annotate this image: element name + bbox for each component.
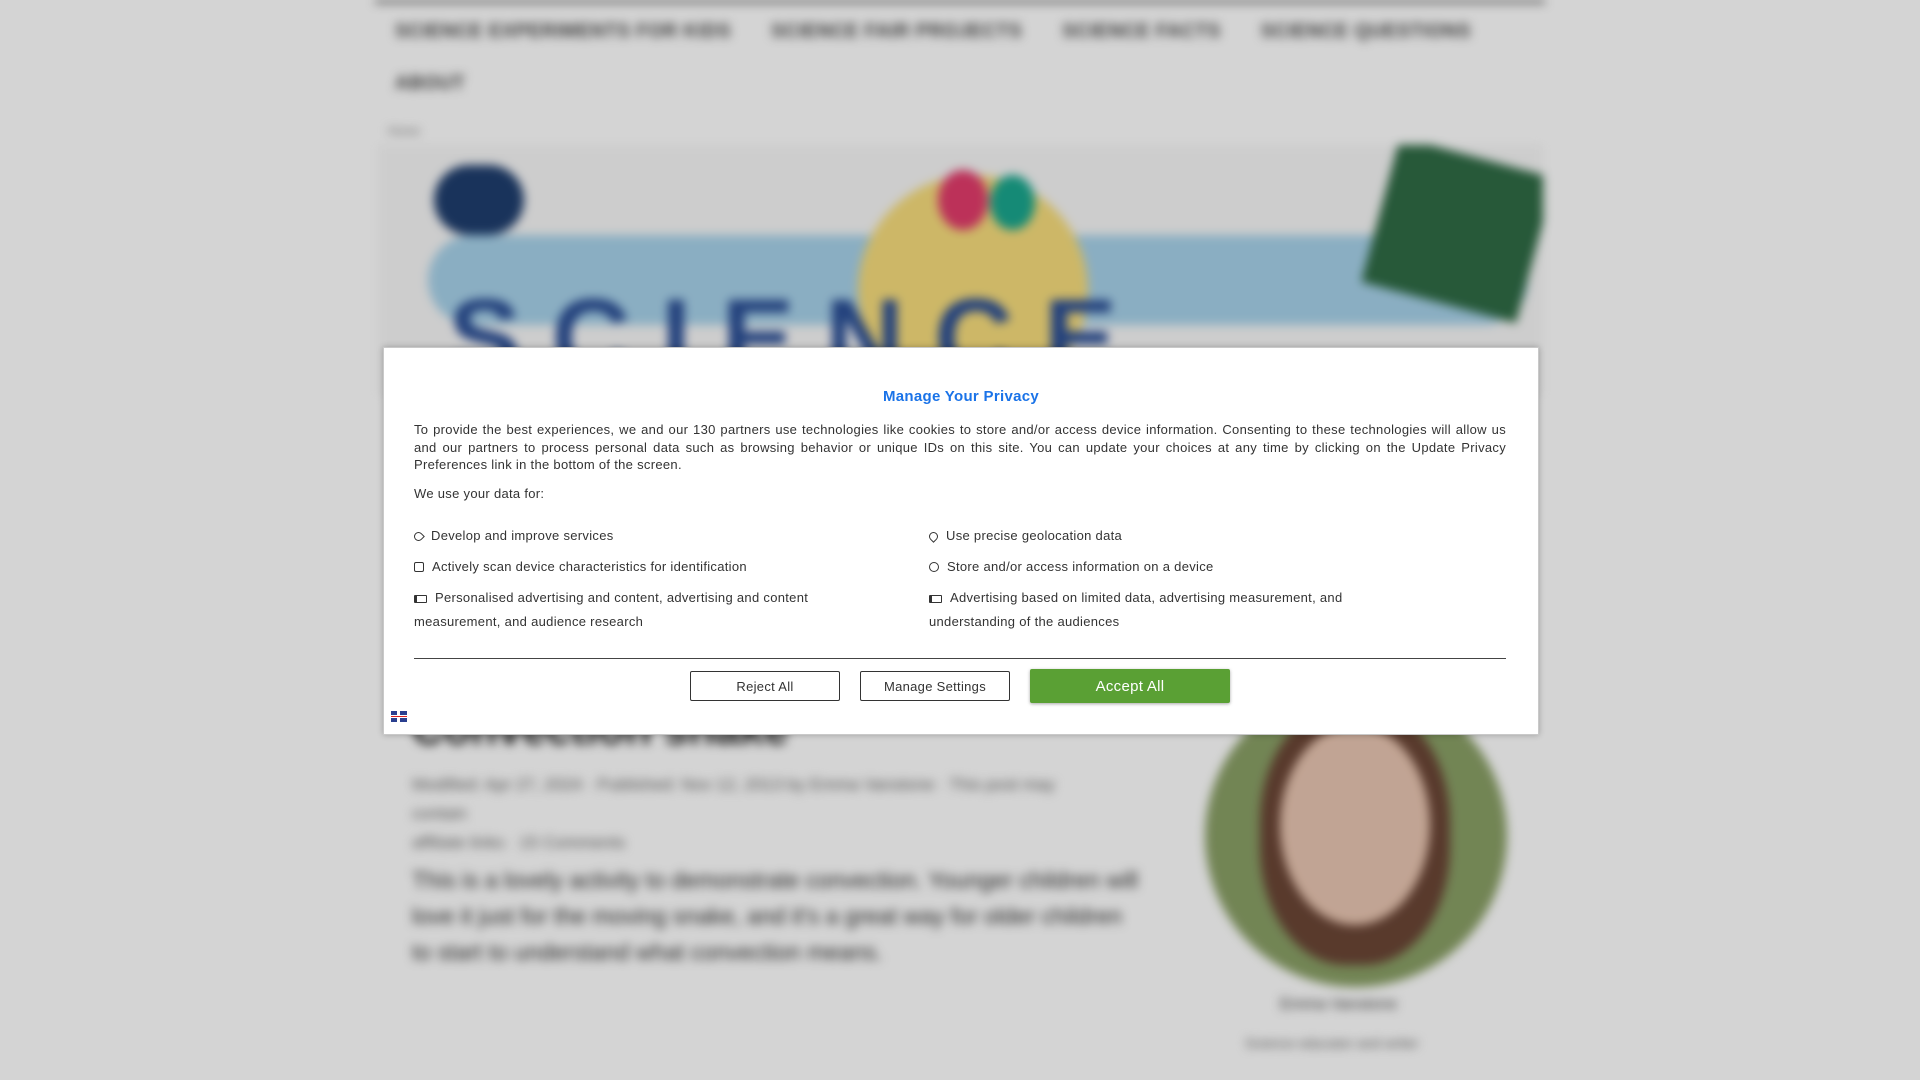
consent-dialog: Manage Your Privacy To provide the best … xyxy=(383,347,1539,735)
purpose-item: Advertising based on limited data, adver… xyxy=(929,586,1389,634)
consent-divider xyxy=(414,658,1506,659)
manage-settings-button[interactable]: Manage Settings xyxy=(860,671,1010,701)
consent-use-intro: We use your data for: xyxy=(414,486,545,501)
purpose-item: Actively scan device characteristics for… xyxy=(414,555,874,579)
megaphone-icon xyxy=(929,595,942,603)
consent-description: To provide the best experiences, we and … xyxy=(414,422,1506,472)
language-flag-icon[interactable] xyxy=(391,711,407,722)
purpose-item: Develop and improve services xyxy=(412,524,874,548)
accept-all-button[interactable]: Accept All xyxy=(1030,669,1230,703)
purpose-item: Use precise geolocation data xyxy=(927,524,1389,548)
purpose-label: Personalised advertising and content, ad… xyxy=(414,590,809,629)
consent-title: Manage Your Privacy xyxy=(882,388,1040,405)
cookie-icon xyxy=(929,562,939,572)
scan-icon xyxy=(414,562,424,572)
purpose-label: Develop and improve services xyxy=(431,528,614,543)
purpose-label: Store and/or access information on a dev… xyxy=(947,559,1214,574)
purpose-label: Advertising based on limited data, adver… xyxy=(929,590,1343,629)
purpose-item: Personalised advertising and content, ad… xyxy=(414,586,874,634)
reject-all-button[interactable]: Reject All xyxy=(690,671,840,701)
purpose-item: Store and/or access information on a dev… xyxy=(929,555,1389,579)
location-pin-icon xyxy=(927,530,940,543)
megaphone-icon xyxy=(414,595,427,603)
purpose-label: Use precise geolocation data xyxy=(946,528,1123,543)
rocket-icon xyxy=(412,530,425,543)
purpose-label: Actively scan device characteristics for… xyxy=(432,559,747,574)
